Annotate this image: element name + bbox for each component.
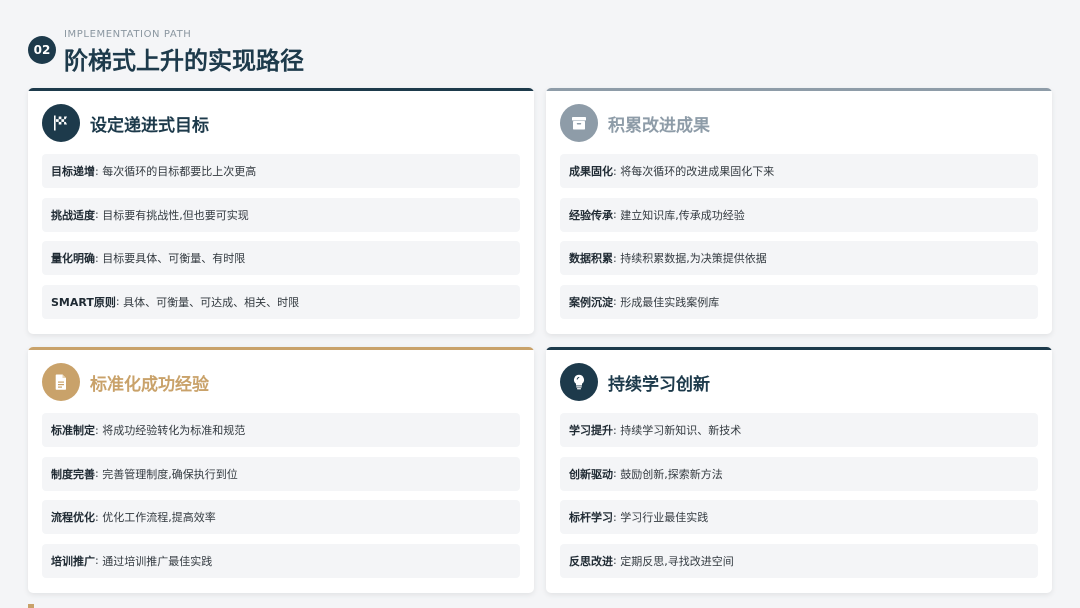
list-item: 制度完善: 完善管理制度,确保执行到位 <box>42 456 520 491</box>
item-colon: : <box>95 251 103 265</box>
item-key: 创新驱动 <box>569 467 613 481</box>
list-item: 创新驱动: 鼓励创新,探索新方法 <box>560 456 1038 491</box>
list-item: 数据积累: 持续积累数据,为决策提供依据 <box>560 241 1038 275</box>
item-colon: : <box>95 423 103 437</box>
item-key: SMART原则 <box>51 295 116 309</box>
slide: 02 IMPLEMENTATION PATH 阶梯式上升的实现路径 设定递进式目… <box>0 0 1080 608</box>
card-item-list: 标准制定: 将成功经验转化为标准和规范 制度完善: 完善管理制度,确保执行到位 … <box>42 413 520 587</box>
list-item: 学习提升: 持续学习新知识、新技术 <box>560 413 1038 447</box>
item-colon: : <box>95 467 103 480</box>
item-colon: : <box>613 510 621 524</box>
card-title: 持续学习创新 <box>608 374 710 395</box>
lightbulb-icon <box>560 363 598 401</box>
item-colon: : <box>613 164 621 178</box>
item-colon: : <box>613 295 621 308</box>
item-text: 通过培训推广最佳实践 <box>102 554 213 568</box>
item-colon: : <box>613 251 621 265</box>
item-colon: : <box>613 423 621 437</box>
item-text: 学习行业最佳实践 <box>620 511 709 524</box>
item-text: 持续积累数据,为决策提供依据 <box>620 252 767 265</box>
card-accent-bar <box>546 88 1052 91</box>
card-accent-bar <box>28 88 534 91</box>
item-text: 鼓励创新,探索新方法 <box>620 467 723 481</box>
archive-box-icon <box>560 104 598 142</box>
page-title: 阶梯式上升的实现路径 <box>64 47 304 75</box>
card-accumulate-results: 积累改进成果 成果固化: 将每次循环的改进成果固化下来 经验传承: 建立知识库,… <box>546 88 1052 334</box>
item-text: 每次循环的目标都要比上次更高 <box>102 165 257 178</box>
section-subtitle: IMPLEMENTATION PATH <box>64 29 192 40</box>
card-item-list: 学习提升: 持续学习新知识、新技术 创新驱动: 鼓励创新,探索新方法 标杆学习:… <box>560 413 1038 587</box>
flag-checkered-icon <box>42 104 80 142</box>
item-key: 挑战适度 <box>51 208 95 222</box>
card-title: 积累改进成果 <box>608 115 710 136</box>
card-title: 标准化成功经验 <box>90 374 209 395</box>
list-item: 培训推广: 通过培训推广最佳实践 <box>42 543 520 578</box>
card-item-list: 成果固化: 将每次循环的改进成果固化下来 经验传承: 建立知识库,传承成功经验 … <box>560 154 1038 328</box>
item-colon: : <box>613 208 621 221</box>
item-key: 反思改进 <box>569 554 613 568</box>
card-standardize-experience: 标准化成功经验 标准制定: 将成功经验转化为标准和规范 制度完善: 完善管理制度… <box>28 347 534 593</box>
list-item: 量化明确: 目标要具体、可衡量、有时限 <box>42 241 520 275</box>
section-number-badge: 02 <box>28 36 56 64</box>
list-item: 案例沉淀: 形成最佳实践案例库 <box>560 284 1038 319</box>
list-item: 反思改进: 定期反思,寻找改进空间 <box>560 543 1038 578</box>
list-item: 流程优化: 优化工作流程,提高效率 <box>42 500 520 534</box>
item-colon: : <box>95 164 103 178</box>
item-key: 经验传承 <box>569 208 613 222</box>
decorative-corner-mark <box>28 604 34 608</box>
item-text: 建立知识库,传承成功经验 <box>620 208 745 222</box>
list-item: 标杆学习: 学习行业最佳实践 <box>560 500 1038 534</box>
item-text: 目标要有挑战性,但也要可实现 <box>102 208 249 222</box>
list-item: 目标递增: 每次循环的目标都要比上次更高 <box>42 154 520 188</box>
item-key: 目标递增 <box>51 165 95 178</box>
list-item: 成果固化: 将每次循环的改进成果固化下来 <box>560 154 1038 188</box>
list-item: 经验传承: 建立知识库,传承成功经验 <box>560 197 1038 232</box>
item-colon: : <box>95 510 103 524</box>
document-icon <box>42 363 80 401</box>
item-key: 数据积累 <box>569 252 613 265</box>
item-key: 案例沉淀 <box>569 295 613 309</box>
list-item: 标准制定: 将成功经验转化为标准和规范 <box>42 413 520 447</box>
item-key: 标准制定 <box>51 424 95 437</box>
card-item-list: 目标递增: 每次循环的目标都要比上次更高 挑战适度: 目标要有挑战性,但也要可实… <box>42 154 520 328</box>
item-colon: : <box>115 295 124 308</box>
card-accent-bar <box>28 347 534 350</box>
item-key: 学习提升 <box>569 424 613 437</box>
item-colon: : <box>95 554 103 567</box>
item-text: 完善管理制度,确保执行到位 <box>102 467 238 481</box>
item-text: 将每次循环的改进成果固化下来 <box>620 165 775 178</box>
item-text: 持续学习新知识、新技术 <box>620 424 742 437</box>
item-text: 优化工作流程,提高效率 <box>102 511 216 524</box>
item-text: 将成功经验转化为标准和规范 <box>102 424 246 437</box>
item-key: 成果固化 <box>569 165 613 178</box>
card-accent-bar <box>546 347 1052 350</box>
list-item: 挑战适度: 目标要有挑战性,但也要可实现 <box>42 197 520 232</box>
item-key: 标杆学习 <box>569 511 613 524</box>
item-key: 制度完善 <box>51 467 95 481</box>
item-text: 形成最佳实践案例库 <box>620 295 720 309</box>
item-key: 量化明确 <box>51 252 95 265</box>
item-text: 具体、可衡量、可达成、相关、时限 <box>123 295 300 309</box>
card-set-progressive-goals: 设定递进式目标 目标递增: 每次循环的目标都要比上次更高 挑战适度: 目标要有挑… <box>28 88 534 334</box>
card-continuous-learning: 持续学习创新 学习提升: 持续学习新知识、新技术 创新驱动: 鼓励创新,探索新方… <box>546 347 1052 593</box>
card-title: 设定递进式目标 <box>90 115 209 136</box>
item-key: 培训推广 <box>51 554 95 568</box>
item-text: 目标要具体、可衡量、有时限 <box>102 252 246 265</box>
item-colon: : <box>613 554 621 567</box>
item-colon: : <box>95 208 103 221</box>
list-item: SMART原则: 具体、可衡量、可达成、相关、时限 <box>42 284 520 319</box>
item-colon: : <box>613 467 621 480</box>
item-text: 定期反思,寻找改进空间 <box>620 554 734 568</box>
item-key: 流程优化 <box>51 511 95 524</box>
